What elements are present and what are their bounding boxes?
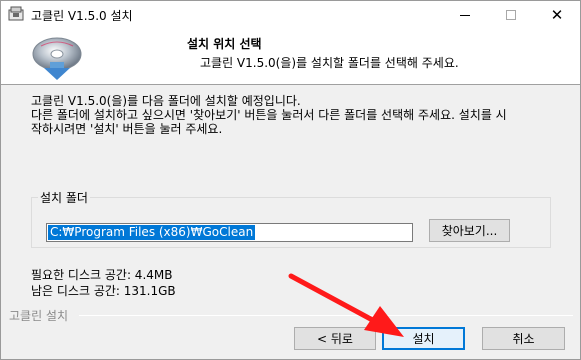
space-available: 남은 디스크 공간: 131.1GB bbox=[31, 284, 176, 298]
footer-brand: 고클린 설치 bbox=[9, 309, 69, 323]
minimize-icon bbox=[460, 14, 470, 16]
close-icon: ✕ bbox=[550, 6, 564, 24]
window-title: 고클린 V1.5.0 설치 bbox=[31, 9, 133, 23]
space-required: 필요한 디스크 공간: 4.4MB bbox=[31, 268, 173, 282]
back-button-label: < 뒤로 bbox=[317, 332, 353, 346]
header-banner: 설치 위치 선택 고클린 V1.5.0(을)를 설치할 폴더를 선택해 주세요. bbox=[1, 29, 580, 85]
cancel-button-label: 취소 bbox=[512, 332, 535, 346]
install-folder-group: 설치 폴더 C:₩Program Files (x86)₩GoClean 찾아보… bbox=[31, 189, 551, 248]
minimize-button[interactable] bbox=[442, 1, 488, 29]
install-button-label: 설치 bbox=[412, 332, 435, 346]
header-title: 설치 위치 선택 bbox=[187, 37, 262, 51]
installer-box-icon bbox=[8, 6, 24, 22]
install-button[interactable]: 설치 bbox=[382, 327, 465, 350]
intro-line: 고클린 V1.5.0(을)를 다음 폴더에 설치할 예정입니다. bbox=[31, 94, 301, 108]
install-path-input[interactable]: C:₩Program Files (x86)₩GoClean bbox=[46, 223, 413, 242]
footer-divider bbox=[79, 315, 573, 316]
header-subtitle: 고클린 V1.5.0(을)를 설치할 폴더를 선택해 주세요. bbox=[200, 56, 459, 70]
browse-button-label: 찾아보기... bbox=[441, 224, 498, 238]
title-bar: 고클린 V1.5.0 설치 ✕ bbox=[1, 1, 580, 29]
browse-button[interactable]: 찾아보기... bbox=[429, 219, 510, 242]
close-button[interactable]: ✕ bbox=[534, 1, 580, 29]
disc-download-icon bbox=[31, 32, 83, 82]
install-folder-label: 설치 폴더 bbox=[38, 189, 90, 206]
install-path-value: C:₩Program Files (x86)₩GoClean bbox=[48, 225, 256, 240]
back-button[interactable]: < 뒤로 bbox=[294, 327, 376, 350]
intro-line: 다른 폴더에 설치하고 싶으시면 '찾아보기' 버튼을 눌러서 다른 폴더를 선… bbox=[31, 108, 507, 122]
installer-window: 고클린 V1.5.0 설치 ✕ 설치 위치 선택 고클린 V1.5.0(을)를 … bbox=[0, 0, 581, 360]
maximize-icon bbox=[506, 10, 516, 20]
maximize-button[interactable] bbox=[488, 1, 534, 29]
intro-text: 고클린 V1.5.0(을)를 다음 폴더에 설치할 예정입니다. 다른 폴더에 … bbox=[31, 94, 571, 136]
cancel-button[interactable]: 취소 bbox=[482, 327, 565, 350]
intro-line: 작하시려면 '설치' 버튼을 눌러 주세요. bbox=[31, 122, 223, 136]
